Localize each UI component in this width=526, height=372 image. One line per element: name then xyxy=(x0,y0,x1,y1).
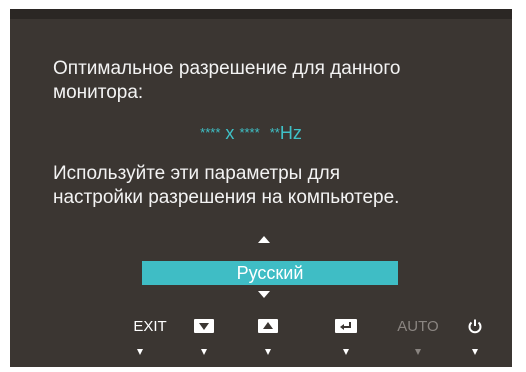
down-pointer-icon xyxy=(201,349,207,355)
up-key[interactable] xyxy=(258,317,278,335)
message-line-3: Используйте эти параметры для xyxy=(53,163,341,184)
language-selector[interactable]: Русский xyxy=(142,261,398,285)
exit-key-label: EXIT xyxy=(133,317,167,335)
resolution-readout: **** x **** **Hz xyxy=(0,123,502,144)
power-key[interactable] xyxy=(465,317,485,335)
enter-key[interactable] xyxy=(334,317,358,335)
message-line-1: Оптимальное разрешение для данного xyxy=(53,58,401,79)
auto-key: AUTO xyxy=(397,317,439,335)
up-arrow-icon xyxy=(258,319,278,333)
refresh-rate: ** xyxy=(269,125,280,140)
auto-key-label: AUTO xyxy=(397,317,439,335)
refresh-rate-unit: Hz xyxy=(279,123,302,143)
power-pointer-icon xyxy=(472,349,478,355)
up-pointer-icon xyxy=(265,349,271,355)
exit-pointer-icon xyxy=(137,349,143,355)
enter-pointer-icon xyxy=(343,349,349,355)
optimal-resolution-message: Оптимальное разрешение для данного монит… xyxy=(53,57,400,105)
exit-key[interactable]: EXIT xyxy=(133,317,167,335)
power-icon xyxy=(468,319,482,334)
resolution-width: **** xyxy=(200,125,221,140)
message-line-2: монитора: xyxy=(53,82,144,103)
down-arrow-icon xyxy=(194,319,214,333)
resolution-separator: x xyxy=(220,123,240,143)
scroll-down-arrow-icon[interactable] xyxy=(258,291,270,298)
enter-icon xyxy=(335,319,357,333)
auto-pointer-icon xyxy=(415,349,421,355)
resolution-height: **** xyxy=(239,125,260,140)
usage-hint-message: Используйте эти параметры для настройки … xyxy=(53,162,399,210)
message-line-4: настройки разрешения на компьютере. xyxy=(53,187,400,208)
down-key[interactable] xyxy=(194,317,214,335)
scroll-up-arrow-icon[interactable] xyxy=(258,236,270,243)
